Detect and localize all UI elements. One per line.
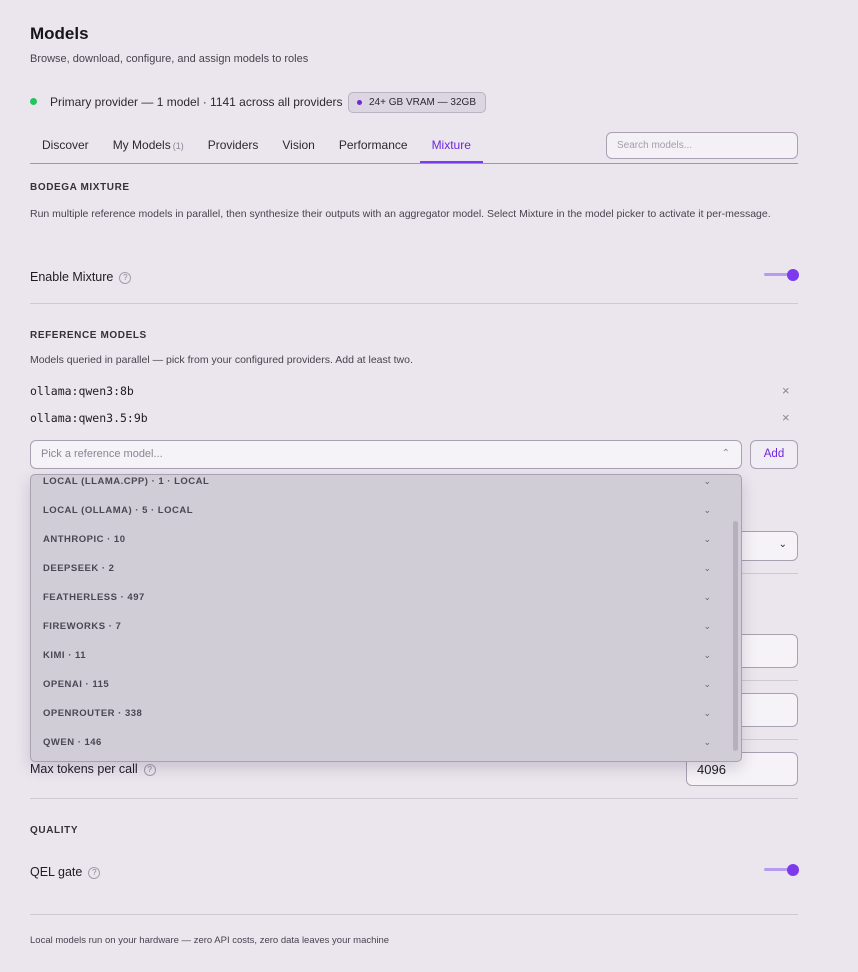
tab-label: Vision (282, 138, 315, 152)
max-tokens-label: Max tokens per call (30, 762, 138, 776)
tab-label: Performance (338, 138, 408, 152)
provider-group-deepseek[interactable]: DEEPSEEK · 2 ⌄ (31, 556, 731, 585)
provider-group-label: LOCAL (OLLAMA) · 5 · LOCAL (43, 505, 194, 516)
page-subtitle: Browse, download, configure, and assign … (30, 53, 309, 65)
chevron-down-icon: ⌄ (703, 534, 711, 544)
chevron-down-icon: ⌄ (778, 539, 787, 550)
tab-providers[interactable]: Providers (196, 133, 271, 163)
provider-group-ollama[interactable]: LOCAL (OLLAMA) · 5 · LOCAL ⌄ (31, 498, 731, 527)
provider-group-fireworks[interactable]: FIREWORKS · 7 ⌄ (31, 614, 731, 643)
add-reference-button[interactable]: Add (750, 440, 798, 469)
provider-group-label: DEEPSEEK · 2 (43, 563, 115, 574)
remove-model-icon[interactable]: × (782, 383, 790, 398)
tab-label: Mixture (431, 138, 471, 152)
help-icon[interactable]: ? (143, 764, 156, 776)
mixture-section-heading: BODEGA MIXTURE (30, 182, 130, 193)
toggle-knob (787, 269, 799, 281)
search-models-input[interactable] (606, 132, 798, 159)
footer-note: Local models run on your hardware — zero… (30, 935, 390, 946)
provider-group-openrouter[interactable]: OPENROUTER · 338 ⌄ (31, 701, 731, 730)
tab-mixture[interactable]: Mixture (419, 133, 483, 163)
quality-section-heading: QUALITY (30, 825, 79, 836)
mixture-description: Run multiple reference models in paralle… (30, 208, 771, 220)
reference-section-heading: REFERENCE MODELS (30, 330, 147, 341)
chevron-down-icon: ⌄ (703, 592, 711, 602)
chevron-up-icon: ⌃ (721, 448, 730, 459)
tab-vision[interactable]: Vision (270, 133, 326, 163)
page-title: Models (30, 24, 89, 43)
provider-group-label: OPENAI · 115 (43, 679, 110, 690)
toggle-knob (787, 864, 799, 876)
provider-group-qwen[interactable]: QWEN · 146 ⌄ (31, 730, 731, 759)
tab-count-badge: (1) (172, 141, 184, 151)
provider-group-label: QWEN · 146 (43, 737, 102, 748)
section-divider (740, 573, 798, 574)
enable-mixture-label: Enable Mixture (30, 270, 114, 284)
section-divider (30, 914, 798, 915)
section-divider (30, 303, 798, 304)
provider-group-label: FEATHERLESS · 497 (43, 592, 145, 603)
provider-group-anthropic[interactable]: ANTHROPIC · 10 ⌄ (31, 527, 731, 556)
tab-my-models[interactable]: My Models (1) (101, 133, 196, 163)
provider-group-label: ANTHROPIC · 10 (43, 534, 126, 545)
vram-badge-label: 24+ GB VRAM — 32GB (369, 97, 476, 108)
enable-mixture-toggle[interactable] (764, 268, 799, 282)
provider-group-llama-cpp[interactable]: LOCAL (LLAMA.CPP) · 1 · LOCAL ⌄ (31, 475, 731, 498)
section-divider (740, 680, 798, 681)
reference-description: Models queried in parallel — pick from y… (30, 354, 413, 366)
badge-dot-icon (357, 100, 362, 105)
reference-model-item: ollama:qwen3:8b (30, 384, 134, 398)
chevron-down-icon: ⌄ (703, 505, 711, 515)
chevron-down-icon: ⌄ (703, 679, 711, 689)
provider-group-kimi[interactable]: KIMI · 11 ⌄ (31, 643, 731, 672)
provider-group-featherless[interactable]: FEATHERLESS · 497 ⌄ (31, 585, 731, 614)
provider-group-label: LOCAL (LLAMA.CPP) · 1 · LOCAL (43, 476, 210, 487)
chevron-down-icon: ⌄ (703, 650, 711, 660)
provider-group-label: KIMI · 11 (43, 650, 87, 661)
dropdown-scrollbar[interactable] (733, 521, 738, 751)
remove-model-icon[interactable]: × (782, 410, 790, 425)
section-divider (30, 798, 798, 799)
tab-performance[interactable]: Performance (327, 133, 420, 163)
reference-model-picker[interactable]: Pick a reference model... ⌃ (30, 440, 742, 469)
provider-group-label: OPENROUTER · 338 (43, 708, 143, 719)
provider-group-openai[interactable]: OPENAI · 115 ⌄ (31, 672, 731, 701)
provider-group-label: FIREWORKS · 7 (43, 621, 122, 632)
tab-label: Providers (207, 138, 259, 152)
chevron-down-icon: ⌄ (703, 708, 711, 718)
help-icon[interactable]: ? (88, 867, 101, 879)
enable-mixture-row: Enable Mixture? (30, 270, 132, 284)
chevron-down-icon: ⌄ (703, 563, 711, 573)
section-divider (740, 739, 798, 740)
tab-bar: Discover My Models (1) Providers Vision P… (30, 133, 483, 164)
tab-discover[interactable]: Discover (30, 133, 101, 163)
chevron-down-icon: ⌄ (703, 476, 711, 486)
tab-label: Discover (42, 138, 89, 152)
status-dot-icon (30, 98, 37, 105)
picker-placeholder: Pick a reference model... (41, 448, 163, 460)
chevron-down-icon: ⌄ (703, 737, 711, 747)
reference-model-dropdown[interactable]: LOCAL (LLAMA.CPP) · 1 · LOCAL ⌄ LOCAL (O… (30, 474, 742, 762)
reference-model-item: ollama:qwen3.5:9b (30, 411, 148, 425)
vram-badge: 24+ GB VRAM — 32GB (348, 92, 486, 113)
tab-label: My Models (112, 138, 171, 152)
max-tokens-row: Max tokens per call? (30, 762, 156, 776)
chevron-down-icon: ⌄ (703, 621, 711, 631)
tab-divider (30, 163, 798, 164)
qel-gate-row: QEL gate? (30, 865, 101, 879)
qel-gate-label: QEL gate (30, 865, 83, 879)
provider-status-text: Primary provider — 1 model · 1141 across… (50, 95, 343, 109)
qel-gate-toggle[interactable] (764, 863, 799, 877)
help-icon[interactable]: ? (119, 272, 132, 284)
